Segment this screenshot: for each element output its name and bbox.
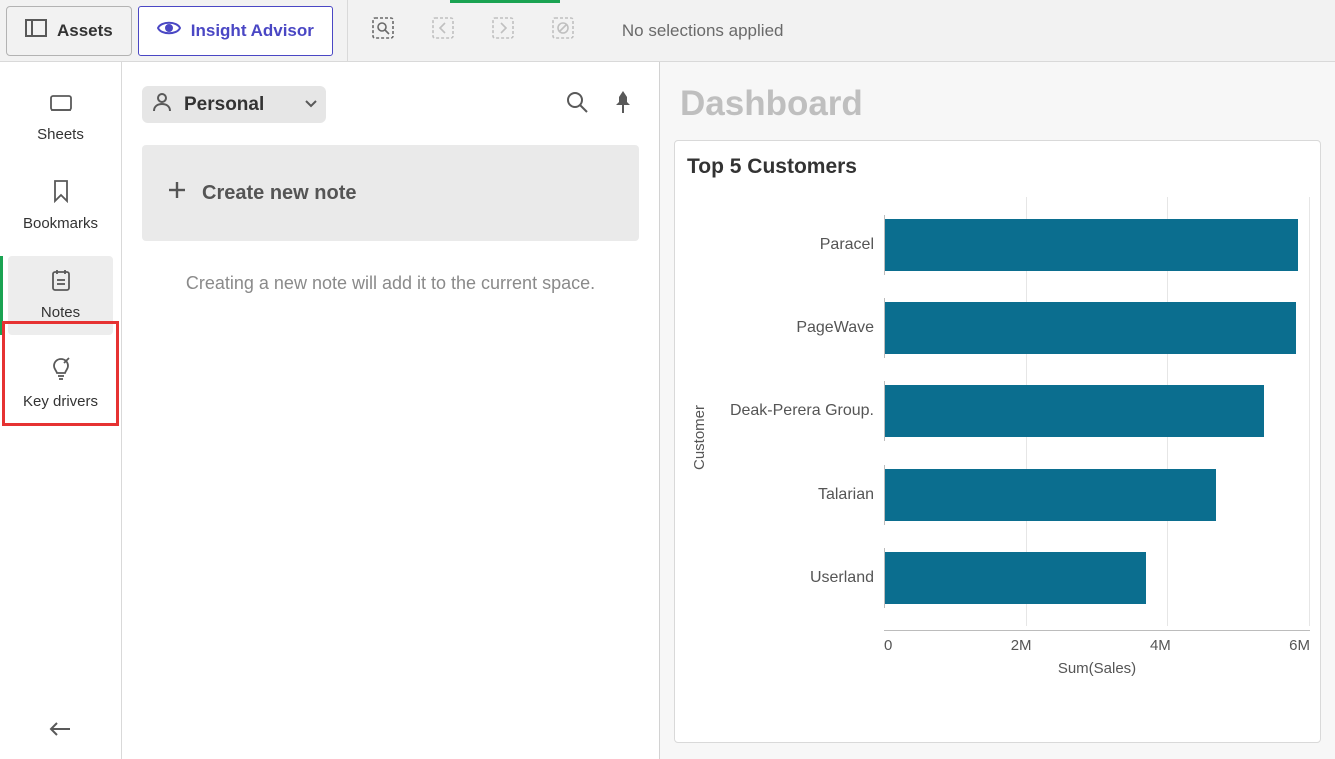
accent-strip <box>450 0 560 3</box>
selection-toolbar: No selections applied <box>347 0 784 61</box>
chart-y-axis-label: Customer <box>685 197 714 677</box>
sidebar-item-bookmarks[interactable]: Bookmarks <box>0 167 121 246</box>
bookmark-icon <box>51 179 71 207</box>
sidebar-item-keydrivers[interactable]: Key drivers <box>0 345 121 424</box>
person-icon <box>150 90 174 119</box>
assets-label: Assets <box>57 21 113 41</box>
scope-dropdown[interactable]: Personal <box>142 86 326 123</box>
notes-panel: Personal Create new note Creating a new … <box>122 62 660 759</box>
smart-search-icon[interactable] <box>366 11 400 50</box>
search-icon[interactable] <box>559 84 595 125</box>
chart-bar[interactable] <box>885 469 1216 521</box>
chart-x-axis-label: Sum(Sales) <box>714 660 1310 677</box>
chart-x-tick: 0 <box>884 637 892 654</box>
dashboard-title: Dashboard <box>674 78 1321 124</box>
assets-button[interactable]: Assets <box>6 6 132 56</box>
chart-bar-row: Talarian <box>714 459 1309 531</box>
chart-x-tick: 2M <box>1011 637 1032 654</box>
sidebar-item-label: Notes <box>41 304 80 321</box>
create-note-label: Create new note <box>202 182 356 205</box>
sidebar-item-label: Sheets <box>37 126 84 143</box>
plus-icon <box>166 179 188 207</box>
chart-title: Top 5 Customers <box>685 155 1310 179</box>
sidebar-item-label: Key drivers <box>23 393 98 410</box>
chart-category-label: Talarian <box>714 486 884 504</box>
notes-header: Personal <box>142 84 639 125</box>
chart-x-tick: 6M <box>1289 637 1310 654</box>
key-drivers-icon <box>50 357 72 385</box>
chart-bar-row: Paracel <box>714 209 1309 281</box>
chart-bar[interactable] <box>885 385 1264 437</box>
insight-label: Insight Advisor <box>191 21 314 41</box>
chart-bar[interactable] <box>885 219 1298 271</box>
sidebar-item-sheets[interactable]: Sheets <box>0 82 121 157</box>
chart-category-label: PageWave <box>714 319 884 337</box>
chart-bar-row: Deak-Perera Group. <box>714 375 1309 447</box>
notes-hint-text: Creating a new note will add it to the c… <box>142 273 639 294</box>
app-sidebar: Sheets Bookmarks Notes Key drivers <box>0 62 122 759</box>
chart-top5-customers[interactable]: Top 5 Customers Customer Paracel PageWave… <box>674 140 1321 743</box>
sidebar-item-notes[interactable]: Notes <box>8 256 113 335</box>
chart-category-label: Paracel <box>714 236 884 254</box>
chart-bar[interactable] <box>885 302 1296 354</box>
chart-category-label: Userland <box>714 569 884 587</box>
chevron-down-icon <box>304 96 318 114</box>
clear-selections-icon[interactable] <box>546 11 580 50</box>
chart-bar-row: Userland <box>714 542 1309 614</box>
sidebar-item-label: Bookmarks <box>23 215 98 232</box>
collapse-sidebar-button[interactable] <box>0 719 121 739</box>
chart-x-ticks: 0 2M 4M 6M <box>884 630 1310 656</box>
chart-category-label: Deak-Perera Group. <box>714 402 884 420</box>
sheet-icon <box>49 94 73 118</box>
eye-icon <box>157 19 181 42</box>
scope-label: Personal <box>184 94 264 116</box>
top-toolbar: Assets Insight Advisor No selections app… <box>0 0 1335 62</box>
chart-bar[interactable] <box>885 552 1146 604</box>
pin-icon[interactable] <box>607 85 639 124</box>
panel-icon <box>25 19 47 42</box>
chart-bars-area: Paracel PageWave Deak-Perera Group. Talaria… <box>714 197 1310 626</box>
chart-bar-row: PageWave <box>714 292 1309 364</box>
chart-x-tick: 4M <box>1150 637 1171 654</box>
insight-advisor-button[interactable]: Insight Advisor <box>138 6 333 56</box>
notes-icon <box>50 268 72 296</box>
step-back-icon[interactable] <box>426 11 460 50</box>
step-forward-icon[interactable] <box>486 11 520 50</box>
create-note-button[interactable]: Create new note <box>142 145 639 241</box>
dashboard-panel: Dashboard Top 5 Customers Customer Parac… <box>660 62 1335 759</box>
no-selections-text: No selections applied <box>622 21 784 41</box>
